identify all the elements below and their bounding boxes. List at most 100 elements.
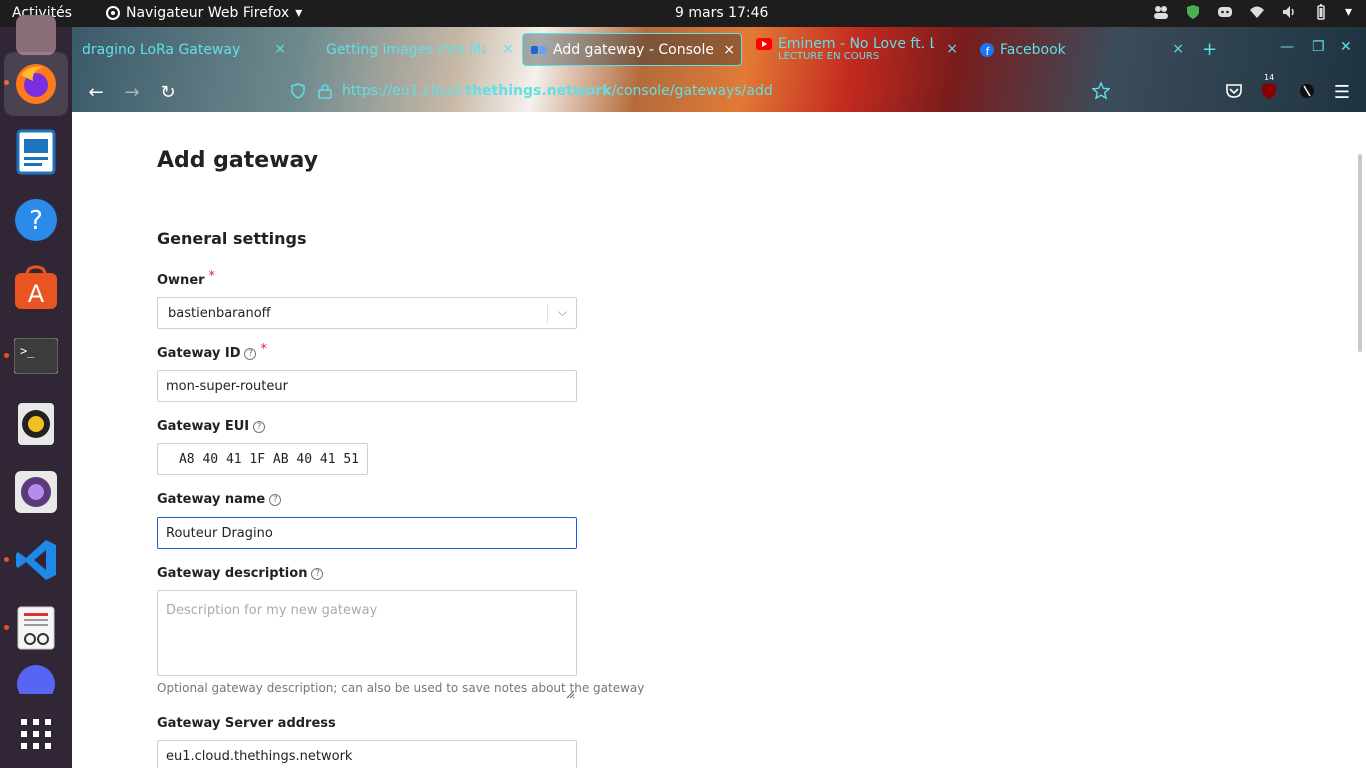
people-icon[interactable] [1153, 4, 1169, 20]
dock-item-camera[interactable] [4, 460, 68, 524]
tab-getting-images[interactable]: Getting images into Ma × [308, 33, 520, 66]
gateway-name-input[interactable]: Routeur Dragino [157, 517, 577, 549]
help-icon[interactable]: ? [269, 493, 282, 506]
tab-add-gateway[interactable]: Add gateway - Console - × [522, 33, 742, 66]
dock-item-help[interactable]: ? [4, 188, 68, 252]
extension-blocker-button[interactable]: 14 [1260, 73, 1278, 100]
window-close-icon[interactable]: ✕ [1340, 39, 1352, 55]
chevron-down-icon[interactable]: ⌵ [558, 305, 567, 320]
gateway-id-input[interactable]: mon-super-routeur [157, 370, 577, 402]
gateway-description-hint: Optional gateway description; can also b… [157, 681, 645, 695]
tab-label: Facebook [1000, 41, 1066, 58]
close-icon[interactable]: × [274, 41, 286, 57]
new-tab-button[interactable]: + [1202, 39, 1217, 60]
gateway-eui-value: A8 40 41 1F AB 40 41 51 [178, 451, 359, 467]
close-icon[interactable]: × [502, 41, 514, 57]
svg-text:A: A [28, 280, 45, 308]
lock-icon[interactable] [318, 83, 332, 99]
dock-item-firefox[interactable] [4, 52, 68, 116]
gateway-name-value: Routeur Dragino [166, 525, 273, 541]
gateway-description-label: Gateway description [157, 566, 308, 581]
shield-icon[interactable] [1185, 4, 1201, 20]
dock-item-vscode[interactable] [4, 528, 68, 592]
app-menu[interactable]: Navigateur Web Firefox ▾ [106, 5, 302, 21]
gateway-eui-input[interactable]: A8 40 41 1F AB 40 41 51 [157, 443, 368, 475]
wifi-icon[interactable] [1249, 4, 1265, 20]
close-icon[interactable]: × [1172, 41, 1184, 57]
tab-label: Getting images into Ma [326, 41, 486, 58]
firefox-window: dragino LoRa Gateway × Getting images in… [72, 27, 1366, 768]
chevron-down-icon[interactable]: ▾ [1345, 4, 1352, 20]
close-icon[interactable]: × [723, 42, 735, 58]
gateway-description-label-row: Gateway description ? [157, 566, 324, 581]
ublock-icon [1262, 83, 1276, 99]
server-address-input[interactable]: eu1.cloud.thethings.network [157, 740, 577, 768]
clock[interactable]: 9 mars 17:46 [675, 5, 768, 21]
battery-icon[interactable] [1313, 4, 1329, 20]
firefox-small-icon [106, 6, 120, 20]
gateway-id-value: mon-super-routeur [166, 378, 288, 394]
discord-icon [17, 665, 55, 694]
owner-label-row: Owner * [157, 269, 215, 288]
youtube-icon [756, 37, 772, 50]
tab-dragino[interactable]: dragino LoRa Gateway × [80, 33, 292, 66]
dock-item-software[interactable]: A [4, 256, 68, 320]
help-icon[interactable]: ? [311, 567, 324, 580]
show-applications-button[interactable] [4, 702, 68, 766]
tab-sublabel: LECTURE EN COURS [778, 51, 880, 62]
app-grid-icon [21, 719, 51, 749]
select-separator [547, 305, 548, 323]
system-top-bar: Activités Navigateur Web Firefox ▾ 9 mar… [0, 0, 1366, 27]
app-icon [16, 15, 56, 55]
close-icon[interactable]: × [946, 41, 958, 57]
url-bar[interactable]: https://eu1.cloud. thethings.network /co… [280, 75, 1122, 107]
section-title: General settings [157, 229, 307, 248]
gateway-id-label-row: Gateway ID ? * [157, 342, 267, 361]
back-arrow-icon[interactable]: ← [85, 81, 107, 103]
gateway-description-textarea[interactable] [157, 590, 577, 676]
badge-count: 14 [1264, 73, 1275, 82]
tab-youtube[interactable]: Eminem - No Love ft. Lil LECTURE EN COUR… [752, 33, 964, 66]
owner-value: bastienbaranoff [168, 305, 271, 321]
app-menu-label: Navigateur Web Firefox [126, 5, 290, 21]
document-viewer-icon [17, 606, 55, 650]
vscode-icon [16, 540, 56, 580]
required-marker: * [208, 269, 216, 284]
bookmark-star-icon[interactable] [1092, 82, 1110, 100]
camera-icon [15, 471, 57, 513]
tab-label: dragino LoRa Gateway [82, 41, 241, 58]
gateway-eui-label: Gateway EUI [157, 419, 250, 434]
minimize-icon[interactable]: — [1280, 39, 1294, 55]
svg-text:?: ? [29, 206, 43, 236]
help-icon[interactable]: ? [253, 420, 266, 433]
forward-arrow-icon[interactable]: → [121, 81, 143, 103]
reload-icon[interactable]: ↻ [157, 81, 179, 103]
dock-item-rhythmbox[interactable] [4, 392, 68, 456]
gateway-id-label: Gateway ID [157, 346, 241, 361]
maximize-icon[interactable]: ❐ [1312, 39, 1325, 55]
pocket-icon[interactable] [1225, 82, 1243, 100]
gateway-name-label-row: Gateway name ? [157, 492, 282, 507]
help-icon[interactable]: ? [244, 347, 257, 360]
volume-icon[interactable] [1281, 4, 1297, 20]
extension-icon[interactable] [1298, 82, 1316, 100]
dock-item-terminal[interactable]: >_ [4, 324, 68, 388]
discord-icon[interactable] [1217, 4, 1233, 20]
hamburger-menu-icon[interactable]: ☰ [1331, 81, 1353, 103]
url-path: /console/gateways/add [611, 83, 773, 99]
tab-label: Add gateway - Console - [553, 41, 713, 58]
owner-select[interactable]: bastienbaranoff ⌵ [157, 297, 577, 329]
gateway-eui-label-row: Gateway EUI ? [157, 419, 266, 434]
server-address-value: eu1.cloud.thethings.network [166, 748, 353, 764]
tab-facebook[interactable]: f Facebook × [978, 33, 1190, 66]
tracking-shield-icon[interactable] [290, 83, 306, 99]
svg-text:>_: >_ [20, 344, 35, 358]
dock-item-discord[interactable] [4, 664, 68, 694]
ttn-favicon-icon [531, 45, 546, 54]
scrollbar[interactable] [1358, 154, 1362, 352]
dock-item-document-viewer[interactable] [4, 596, 68, 660]
dock-item-writer[interactable] [4, 120, 68, 184]
dock: ? A >_ [0, 15, 72, 768]
system-tray[interactable]: ▾ [1153, 4, 1352, 20]
gateway-name-label: Gateway name [157, 492, 266, 507]
